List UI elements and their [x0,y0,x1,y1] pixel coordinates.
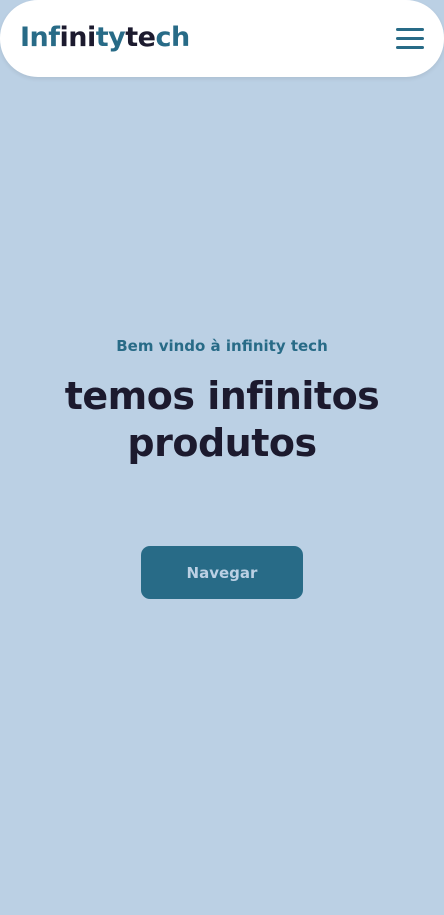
logo-part: te [125,22,156,53]
logo-part: ty [95,22,126,53]
menu-line [396,37,424,40]
logo-part: ch [155,22,190,53]
headline-line: produtos [127,421,317,465]
top-navbar: Infinitytech [0,0,444,77]
logo-part: ini [59,22,97,53]
menu-line [396,28,424,31]
hamburger-menu-icon[interactable] [396,28,424,50]
hero-headline: temos infinitos produtos [20,373,424,467]
headline-line: temos infinitos [64,374,380,418]
menu-line [396,46,424,49]
navigate-button[interactable]: Navegar [141,546,303,599]
welcome-text: Bem vindo à infinity tech [116,337,328,355]
logo-part: Inf [20,22,60,53]
brand-logo[interactable]: Infinitytech [20,20,190,56]
